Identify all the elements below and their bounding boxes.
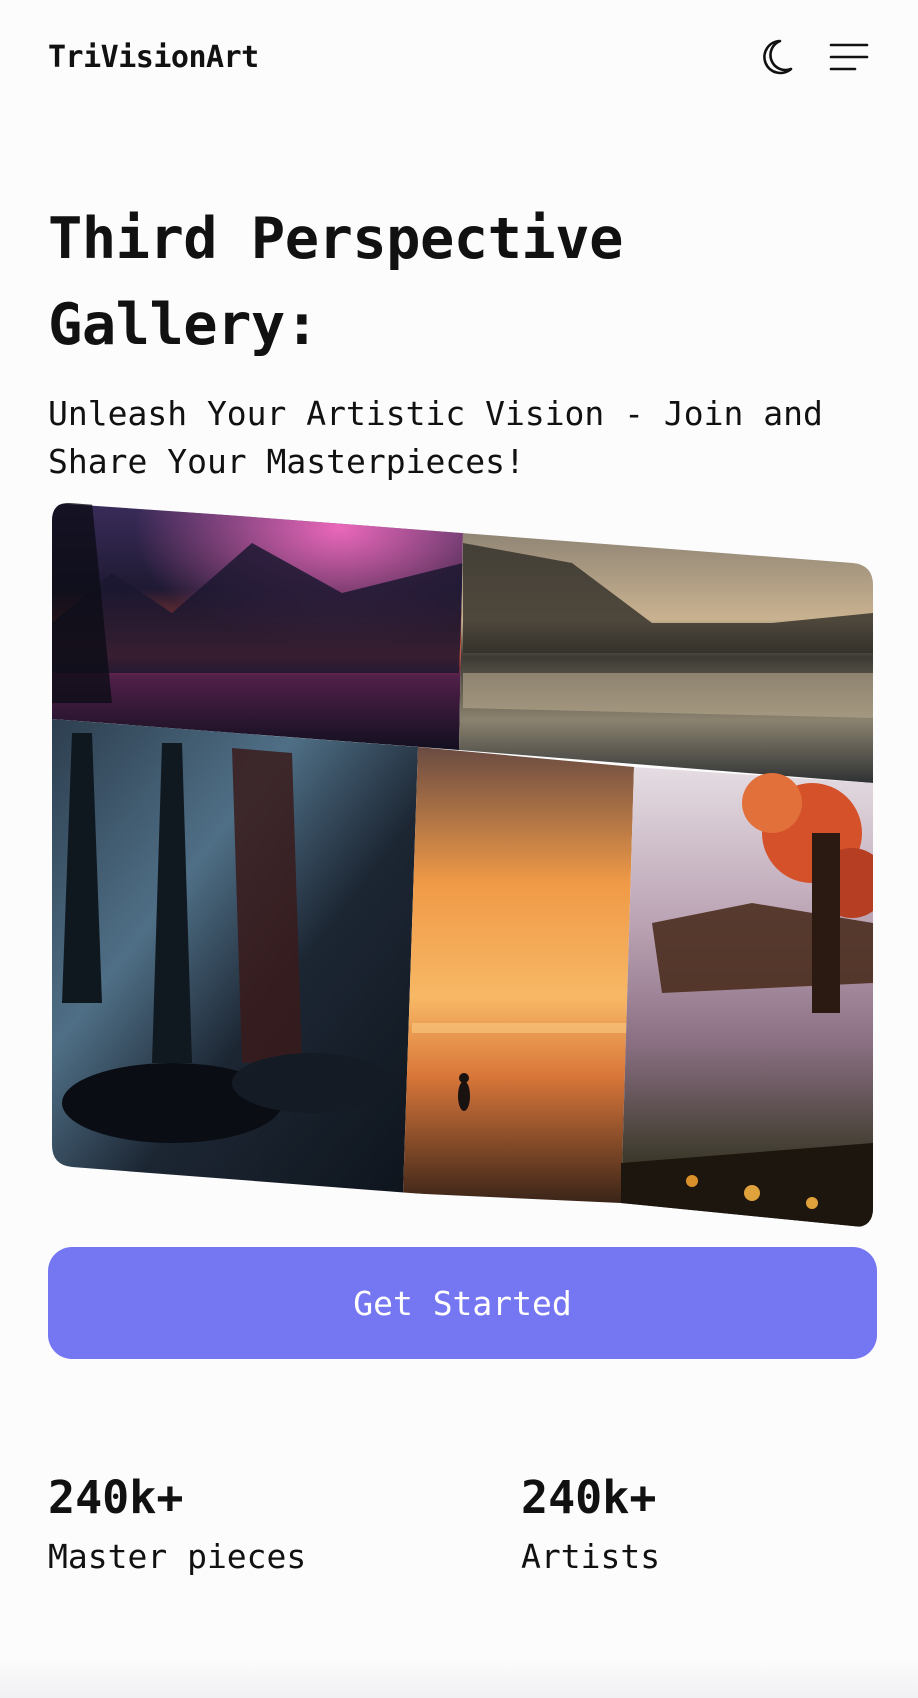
stat-value: 240k+ xyxy=(521,1471,657,1524)
stat-value: 240k+ xyxy=(48,1471,184,1524)
hero-title: Third Perspective Gallery: xyxy=(48,206,623,358)
stat-label: Artists xyxy=(521,1537,661,1576)
misty-reflection-lake-artwork xyxy=(459,531,873,783)
brand-logo[interactable]: TriVisionArt xyxy=(48,40,259,75)
hero-subtitle: Unleash Your Artistic Vision - Join and … xyxy=(48,394,823,481)
hamburger-menu-icon[interactable] xyxy=(828,36,870,78)
artwork-collage xyxy=(52,503,873,1228)
header-actions xyxy=(756,36,870,78)
stat-artists: 240k+ Artists xyxy=(521,1468,660,1582)
stat-masterpieces: 240k+ Master pieces xyxy=(48,1468,306,1582)
dark-forest-river-artwork xyxy=(52,719,418,1193)
stat-label: Master pieces xyxy=(48,1537,307,1576)
page-bottom-fade xyxy=(0,1658,918,1698)
site-header: TriVisionArt xyxy=(48,30,870,84)
neon-mountain-lake-artwork xyxy=(52,503,463,750)
moon-icon[interactable] xyxy=(756,36,798,78)
golden-sunset-lake-artwork xyxy=(403,747,634,1203)
get-started-button[interactable]: Get Started xyxy=(48,1247,877,1359)
autumn-tree-lake-artwork xyxy=(621,767,873,1228)
